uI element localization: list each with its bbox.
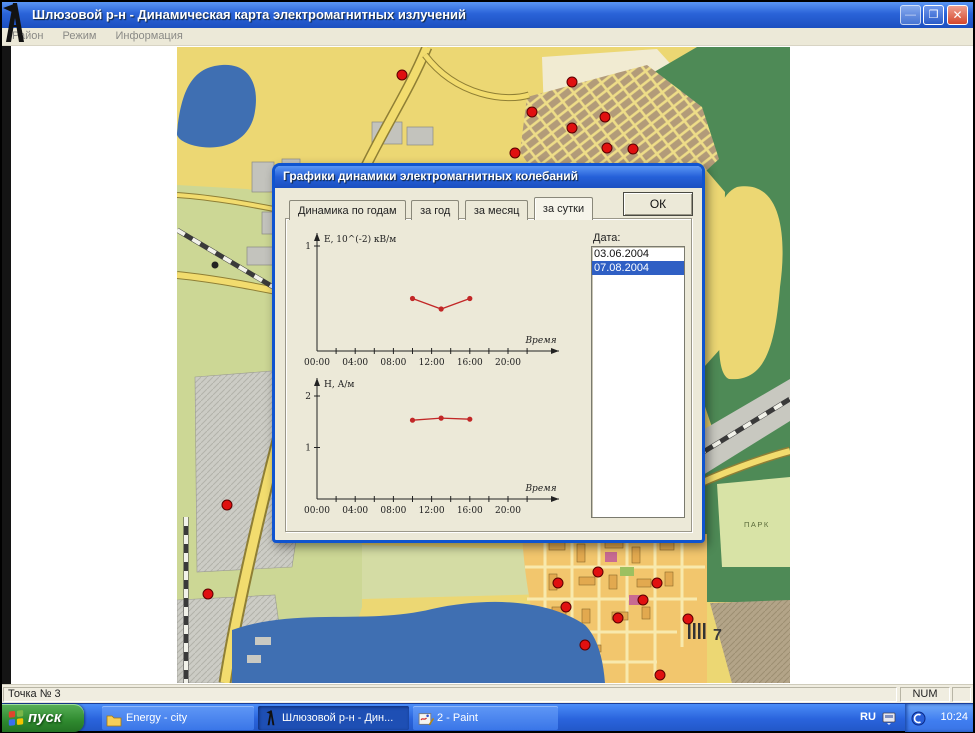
tab-dynamics-by-years[interactable]: Динамика по годам bbox=[289, 200, 406, 220]
minimize-button-icon[interactable]: — bbox=[900, 5, 921, 25]
date-list-item-selected[interactable]: 07.08.2004 bbox=[592, 261, 684, 275]
svg-text:1: 1 bbox=[305, 242, 311, 252]
park-label: ПАРК bbox=[744, 520, 770, 529]
tab-per-day[interactable]: за сутки bbox=[534, 197, 593, 220]
status-bar: Точка № 3 NUM bbox=[2, 684, 973, 703]
status-grip bbox=[952, 687, 971, 702]
svg-text:20:00: 20:00 bbox=[495, 358, 521, 368]
svg-text:H, А/м: H, А/м bbox=[324, 380, 354, 390]
app-window: Шлюзовой р-н - Динамическая карта электр… bbox=[2, 2, 973, 731]
svg-text:12:00: 12:00 bbox=[419, 358, 445, 368]
system-tray: 10:24 bbox=[905, 704, 973, 732]
menu-item-rezhim[interactable]: Режим bbox=[55, 28, 105, 42]
clock-tray-icon[interactable] bbox=[911, 711, 926, 726]
district-number-label: 7 bbox=[713, 627, 722, 644]
antenna-app-icon bbox=[2, 2, 28, 44]
task-energy-city[interactable]: Energy - city bbox=[102, 706, 254, 730]
clock[interactable]: 10:24 bbox=[940, 711, 968, 723]
start-button[interactable]: пуск bbox=[2, 704, 84, 732]
task-paint[interactable]: 2 - Paint bbox=[413, 706, 558, 730]
e-field-chart: 00:00 04:00 08:00 12:00 16:00 20:00 1 E, 10^(-2… bbox=[301, 229, 601, 377]
svg-text:04:00: 04:00 bbox=[342, 358, 368, 368]
menu-bar: Район Режим Информация bbox=[2, 28, 973, 46]
svg-text:00:00: 00:00 bbox=[304, 506, 330, 516]
svg-text:16:00: 16:00 bbox=[457, 358, 483, 368]
desktop-screen: Шлюзовой р-н - Динамическая карта электр… bbox=[0, 0, 975, 733]
language-bar-icon[interactable] bbox=[882, 712, 896, 725]
tab-per-year[interactable]: за год bbox=[411, 200, 459, 220]
start-label: пуск bbox=[28, 709, 61, 726]
menu-item-informatsiya[interactable]: Информация bbox=[107, 28, 190, 42]
date-listbox[interactable]: 03.06.2004 07.08.2004 bbox=[591, 246, 685, 518]
svg-text:Время: Время bbox=[524, 484, 556, 494]
svg-text:2: 2 bbox=[305, 392, 311, 402]
window-title: Шлюзовой р-н - Динамическая карта электр… bbox=[32, 7, 466, 22]
tab-per-month[interactable]: за месяц bbox=[465, 200, 529, 220]
svg-text:12:00: 12:00 bbox=[419, 506, 445, 516]
svg-text:Время: Время bbox=[524, 336, 556, 346]
svg-text:20:00: 20:00 bbox=[495, 506, 521, 516]
date-label: Дата: bbox=[593, 232, 620, 244]
folder-icon bbox=[106, 712, 122, 728]
antenna-task-icon bbox=[263, 710, 279, 726]
tab-strip: Динамика по годам за год за месяц за сут… bbox=[289, 197, 594, 220]
taskbar: пуск Energy - city Шлюзовой р-н - Дин...… bbox=[2, 703, 973, 731]
paint-icon bbox=[418, 711, 434, 727]
task-shluzovoy[interactable]: Шлюзовой р-н - Дин... bbox=[258, 706, 409, 730]
left-black-strip bbox=[2, 46, 11, 684]
svg-text:E, 10^(-2) кВ/м: E, 10^(-2) кВ/м bbox=[324, 234, 396, 245]
restore-button-icon[interactable]: ❒ bbox=[923, 5, 944, 25]
language-indicator[interactable]: RU bbox=[860, 711, 876, 723]
dialog-titlebar[interactable]: Графики динамики электромагнитных колеба… bbox=[275, 166, 702, 188]
num-lock-indicator: NUM bbox=[900, 687, 950, 702]
window-titlebar: Шлюзовой р-н - Динамическая карта электр… bbox=[2, 2, 973, 28]
svg-text:08:00: 08:00 bbox=[380, 506, 406, 516]
ok-button[interactable]: ОК bbox=[623, 192, 693, 216]
date-list-item[interactable]: 03.06.2004 bbox=[592, 247, 684, 261]
h-field-chart: 00:00 04:00 08:00 12:00 16:00 20:00 1 2 H, А/м Вр… bbox=[301, 374, 601, 522]
status-point-text: Точка № 3 bbox=[3, 687, 897, 702]
windows-logo-icon bbox=[7, 709, 25, 727]
svg-text:04:00: 04:00 bbox=[342, 506, 368, 516]
graphs-dialog: Графики динамики электромагнитных колеба… bbox=[272, 163, 705, 543]
svg-text:16:00: 16:00 bbox=[457, 506, 483, 516]
close-button-icon[interactable]: ✕ bbox=[947, 5, 968, 25]
svg-text:1: 1 bbox=[305, 444, 311, 454]
svg-text:00:00: 00:00 bbox=[304, 358, 330, 368]
svg-text:08:00: 08:00 bbox=[380, 358, 406, 368]
